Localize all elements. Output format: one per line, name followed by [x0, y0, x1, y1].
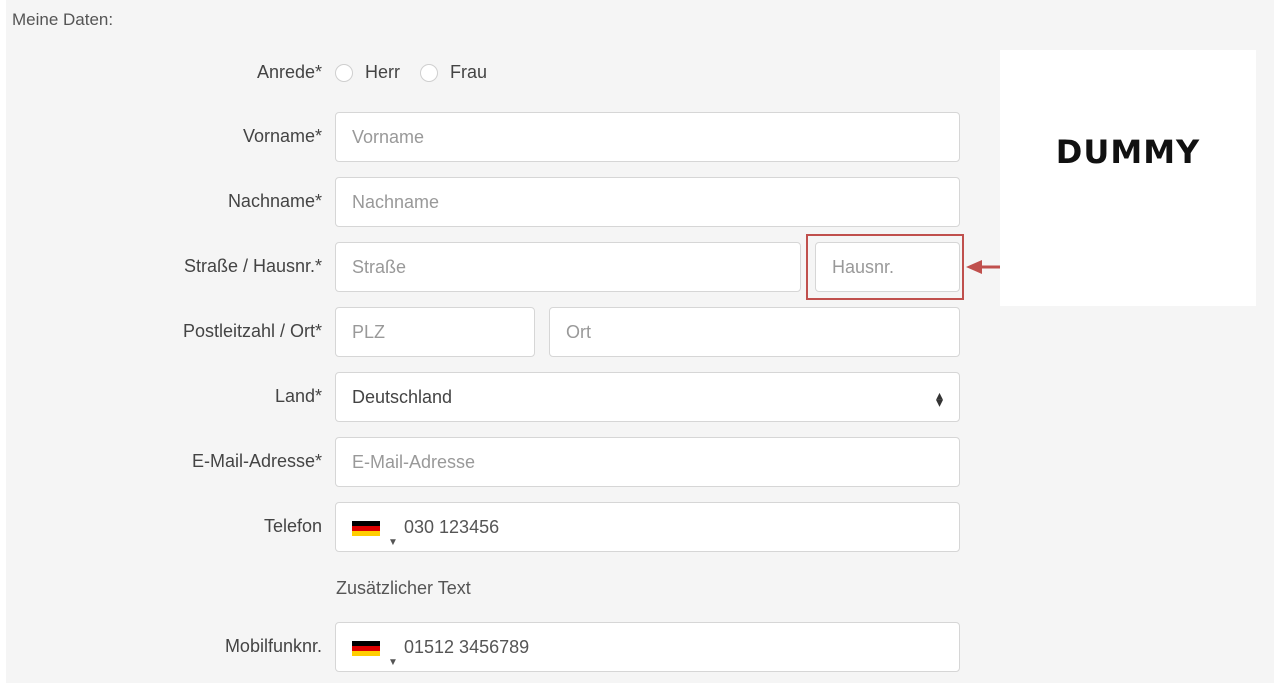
sort-arrows-icon: ▴ ▾: [935, 387, 943, 410]
country-label: Land*: [274, 386, 322, 406]
first-name-label: Vorname*: [242, 126, 322, 146]
radio-frau[interactable]: [420, 63, 438, 82]
radio-herr[interactable]: [335, 63, 353, 82]
logo-container: DUMMY: [1000, 50, 1256, 306]
germany-flag-icon[interactable]: [352, 641, 380, 656]
salutation-radio-group: Herr Frau: [335, 62, 507, 83]
radio-frau-label[interactable]: Frau: [450, 62, 487, 83]
phone-value: 030 123456: [404, 517, 500, 537]
phone-input[interactable]: ▼ 030 123456: [335, 502, 960, 552]
mobile-label: Mobilfunknr.: [224, 636, 322, 656]
last-name-label: Nachname*: [227, 191, 322, 211]
mobile-input[interactable]: ▼ 01512 3456789: [335, 622, 960, 672]
first-name-input[interactable]: Vorname: [335, 112, 960, 162]
postal-code-input[interactable]: PLZ: [335, 307, 535, 357]
salutation-label: Anrede*: [256, 62, 322, 82]
email-input[interactable]: E-Mail-Adresse: [335, 437, 960, 487]
caret-down-icon[interactable]: ▼: [388, 519, 398, 567]
helper-text: Zusätzlicher Text: [336, 578, 471, 598]
phone-label: Telefon: [263, 516, 322, 536]
street-input[interactable]: Straße: [335, 242, 801, 292]
radio-herr-label[interactable]: Herr: [365, 62, 400, 83]
last-name-input[interactable]: Nachname: [335, 177, 960, 227]
postal-label: Postleitzahl / Ort*: [182, 321, 322, 341]
logo: DUMMY: [1055, 133, 1201, 171]
email-label: E-Mail-Adresse*: [191, 451, 322, 471]
street-label: Straße / Hausnr.*: [183, 256, 322, 276]
country-select-value: Deutschland: [352, 387, 453, 407]
caret-down-icon[interactable]: ▼: [388, 639, 398, 687]
germany-flag-icon[interactable]: [352, 521, 380, 536]
country-select[interactable]: Deutschland ▴ ▾: [335, 372, 960, 422]
section-title: Meine Daten:: [12, 10, 114, 29]
mobile-value: 01512 3456789: [404, 637, 530, 657]
city-input[interactable]: Ort: [549, 307, 960, 357]
highlight-box: [806, 234, 964, 300]
